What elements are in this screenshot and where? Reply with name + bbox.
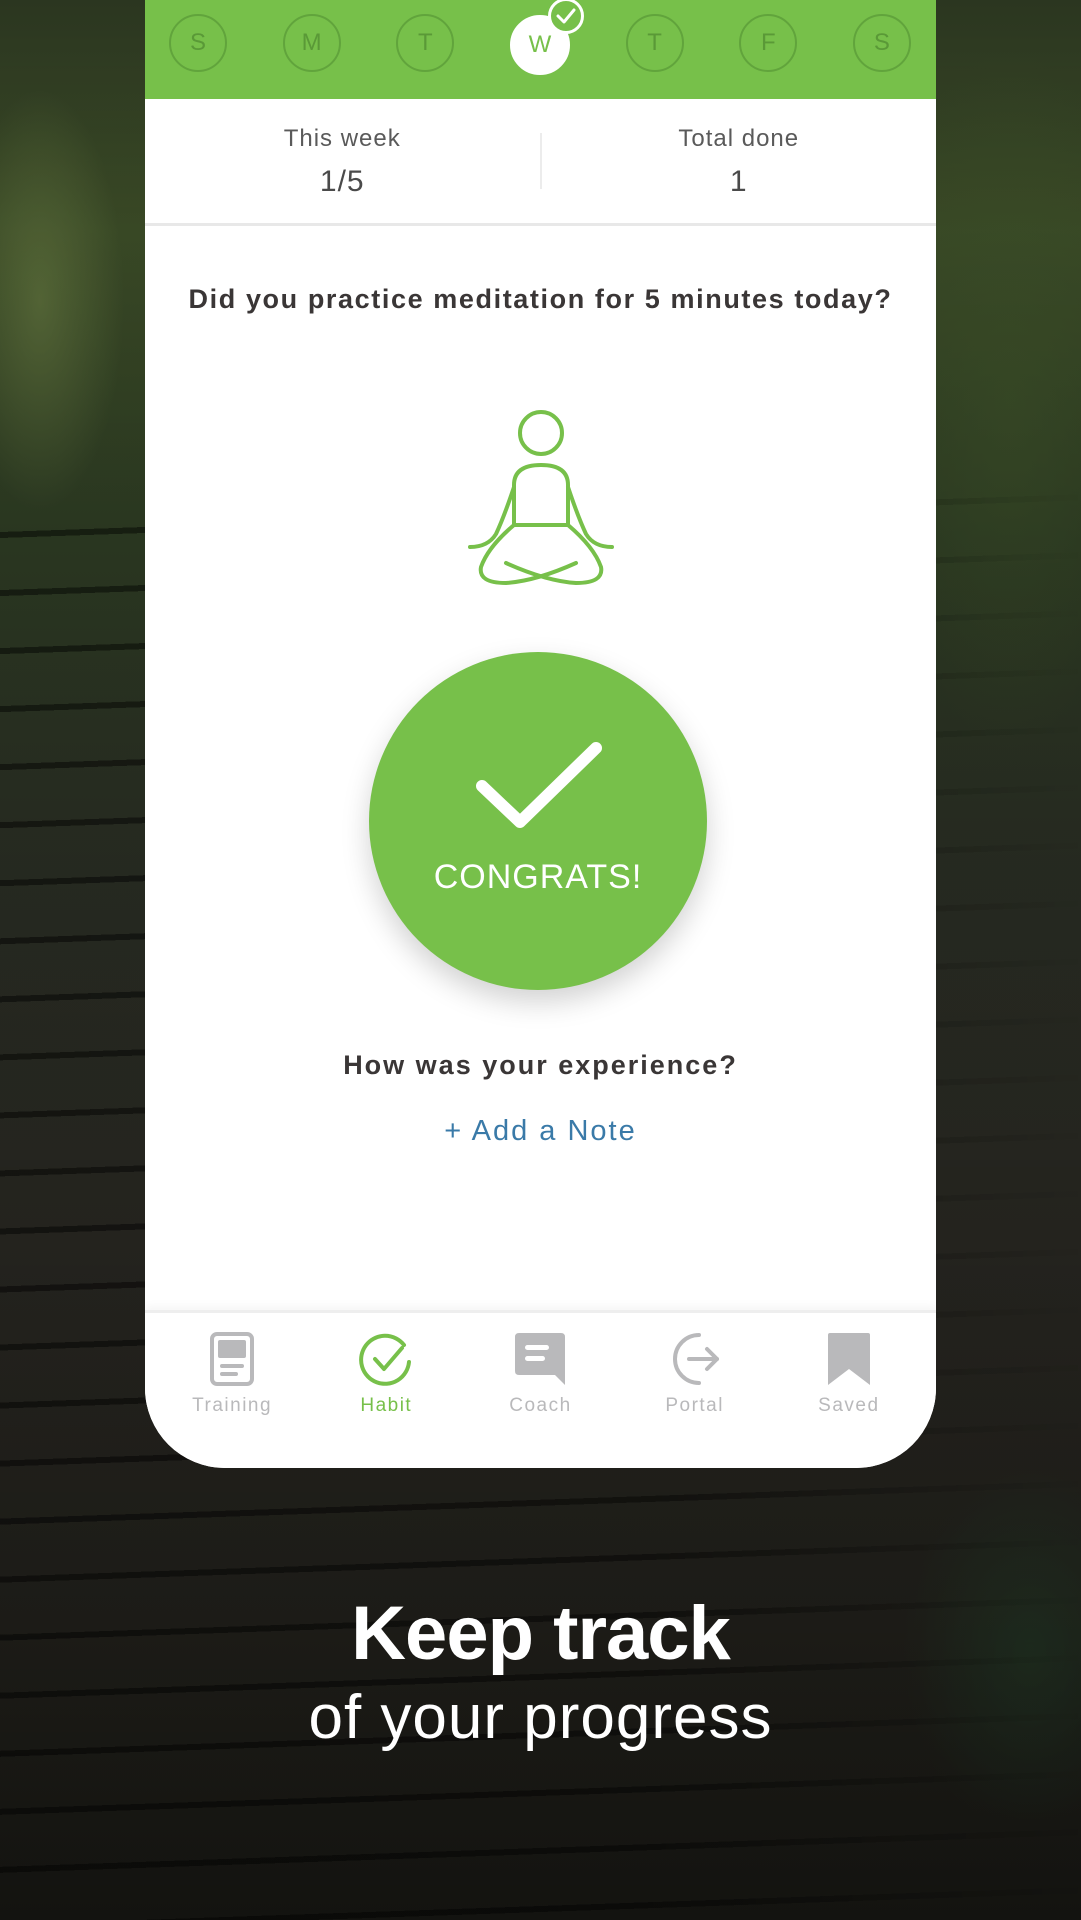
training-icon xyxy=(202,1329,262,1389)
day-thursday[interactable]: T xyxy=(625,13,684,72)
tab-portal-label: Portal xyxy=(665,1395,724,1416)
stat-total-done-label: Total done xyxy=(678,125,800,152)
stat-total-done: Total done 1 xyxy=(542,99,937,223)
tab-training[interactable]: Training xyxy=(162,1313,302,1468)
add-note-link[interactable]: + Add a Note xyxy=(145,1115,936,1148)
tab-habit[interactable]: Habit xyxy=(316,1313,456,1468)
tab-portal[interactable]: Portal xyxy=(625,1313,765,1468)
tab-coach-label: Coach xyxy=(509,1395,572,1416)
tab-habit-label: Habit xyxy=(360,1395,413,1416)
stat-this-week-label: This week xyxy=(283,125,401,152)
congrats-done-button[interactable]: CONGRATS! xyxy=(369,652,707,990)
tagline-subtitle: of your progress xyxy=(308,1683,773,1752)
stat-this-week-value: 1/5 xyxy=(319,165,365,198)
day-done-check-icon xyxy=(547,0,584,34)
meditation-icon xyxy=(468,410,614,585)
day-tuesday[interactable]: T xyxy=(396,13,455,72)
habit-check-icon xyxy=(356,1329,416,1389)
day-sunday[interactable]: S xyxy=(169,13,227,72)
checkmark-icon xyxy=(476,742,602,828)
tab-saved[interactable]: Saved xyxy=(779,1313,919,1468)
tab-saved-label: Saved xyxy=(818,1395,880,1416)
experience-prompt: How was your experience? xyxy=(343,1050,738,1080)
bottom-tab-bar: Training Habit Coach Portal Saved xyxy=(145,1310,936,1468)
tagline-title: Keep track xyxy=(351,1591,731,1676)
stat-total-done-value: 1 xyxy=(729,165,748,198)
habit-question: Did you practice meditation for 5 minute… xyxy=(188,284,893,314)
day-monday[interactable]: M xyxy=(282,13,341,72)
portal-exit-icon xyxy=(665,1329,725,1389)
day-saturday[interactable]: S xyxy=(852,13,911,72)
tab-training-label: Training xyxy=(192,1395,273,1416)
stats-panel: This week 1/5 Total done 1 xyxy=(145,99,936,226)
congrats-label: CONGRATS! xyxy=(433,858,643,896)
chat-icon xyxy=(510,1329,570,1389)
tagline: Keep track of your progress xyxy=(0,1590,1081,1758)
day-wednesday-today[interactable]: W xyxy=(509,0,584,75)
stat-this-week: This week 1/5 xyxy=(145,99,540,223)
bookmark-icon xyxy=(819,1329,879,1389)
day-friday[interactable]: F xyxy=(739,13,798,72)
phone-screen: S M T W T F S This week 1/5 Total done 1… xyxy=(145,0,936,1468)
week-day-bar: S M T W T F S xyxy=(145,0,936,99)
tab-coach[interactable]: Coach xyxy=(470,1313,610,1468)
